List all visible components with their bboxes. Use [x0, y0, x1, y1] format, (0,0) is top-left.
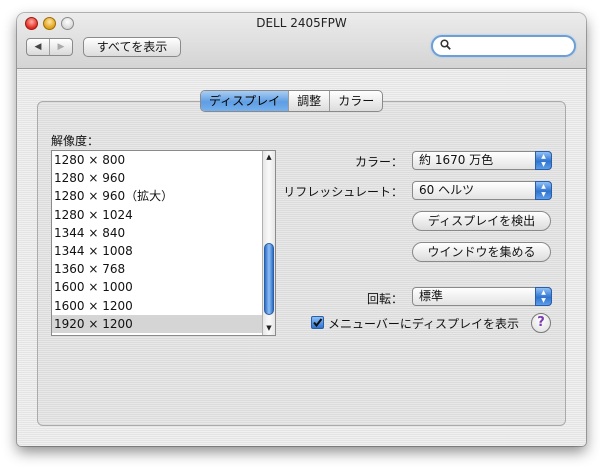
- show-all-button[interactable]: すべてを表示: [83, 37, 181, 57]
- gather-windows-button[interactable]: ウインドウを集める: [412, 242, 551, 262]
- show-menubar-label[interactable]: メニューバーにディスプレイを表示: [328, 315, 519, 332]
- list-item-selected[interactable]: 1920 × 1200: [52, 314, 275, 333]
- tab-display[interactable]: ディスプレイ: [201, 91, 289, 111]
- refresh-rate-label: リフレッシュレート：: [283, 185, 403, 199]
- list-item[interactable]: 1280 × 1024: [52, 206, 275, 224]
- scroll-up-arrow-icon[interactable]: ▲: [263, 151, 275, 164]
- search-field[interactable]: [431, 35, 576, 57]
- search-icon: [440, 39, 451, 53]
- forward-arrow-icon[interactable]: ▶: [49, 39, 72, 55]
- list-item[interactable]: 1600 × 1000: [52, 278, 275, 296]
- popup-arrows-icon: ▲ ▼: [535, 151, 552, 170]
- list-item[interactable]: 1600 × 1200: [52, 297, 275, 315]
- tab-adjust[interactable]: 調整: [288, 91, 329, 111]
- list-item[interactable]: 1360 × 768: [52, 260, 275, 278]
- preferences-window: DELL 2405FPW ◀ ▶ すべてを表示 ディスプレイ 調整 カラー 解像…: [17, 13, 586, 446]
- checkmark-icon: [313, 318, 323, 328]
- popup-arrows-icon: ▲ ▼: [535, 287, 552, 306]
- title-bar: DELL 2405FPW ◀ ▶ すべてを表示: [17, 13, 586, 69]
- rotation-value: 標準: [419, 289, 444, 303]
- resolution-list[interactable]: 1280 × 800 1280 × 960 1280 × 960（拡大） 128…: [51, 150, 276, 336]
- popup-arrows-icon: ▲ ▼: [535, 181, 552, 200]
- rotation-label: 回転：: [366, 292, 403, 306]
- refresh-rate-popup[interactable]: 60 ヘルツ ▲ ▼: [412, 181, 552, 200]
- list-item[interactable]: 1344 × 840: [52, 224, 275, 242]
- list-item[interactable]: 1280 × 960: [52, 169, 275, 187]
- scroll-thumb[interactable]: [264, 243, 274, 315]
- resolution-label: 解像度：: [51, 134, 100, 148]
- colors-label: カラー：: [354, 155, 403, 169]
- colors-value: 約 1670 万色: [419, 153, 494, 167]
- back-forward-control: ◀ ▶: [26, 38, 73, 56]
- list-item[interactable]: 1344 × 1008: [52, 242, 275, 260]
- refresh-rate-value: 60 ヘルツ: [419, 183, 475, 197]
- detect-displays-button[interactable]: ディスプレイを検出: [412, 211, 551, 231]
- tab-color[interactable]: カラー: [329, 91, 382, 111]
- help-button[interactable]: ?: [531, 313, 551, 333]
- scroll-down-arrow-icon[interactable]: ▼: [263, 322, 275, 335]
- scrollbar[interactable]: ▲ ▼: [262, 151, 275, 335]
- tab-bar: ディスプレイ 調整 カラー: [200, 90, 384, 112]
- colors-popup[interactable]: 約 1670 万色 ▲ ▼: [412, 151, 552, 170]
- back-arrow-icon[interactable]: ◀: [27, 39, 49, 55]
- list-item[interactable]: 1280 × 800: [52, 151, 275, 169]
- show-menubar-checkbox[interactable]: [311, 316, 324, 329]
- window-title: DELL 2405FPW: [256, 16, 347, 30]
- rotation-popup[interactable]: 標準 ▲ ▼: [412, 287, 552, 306]
- list-item[interactable]: 1280 × 960（拡大）: [52, 187, 275, 205]
